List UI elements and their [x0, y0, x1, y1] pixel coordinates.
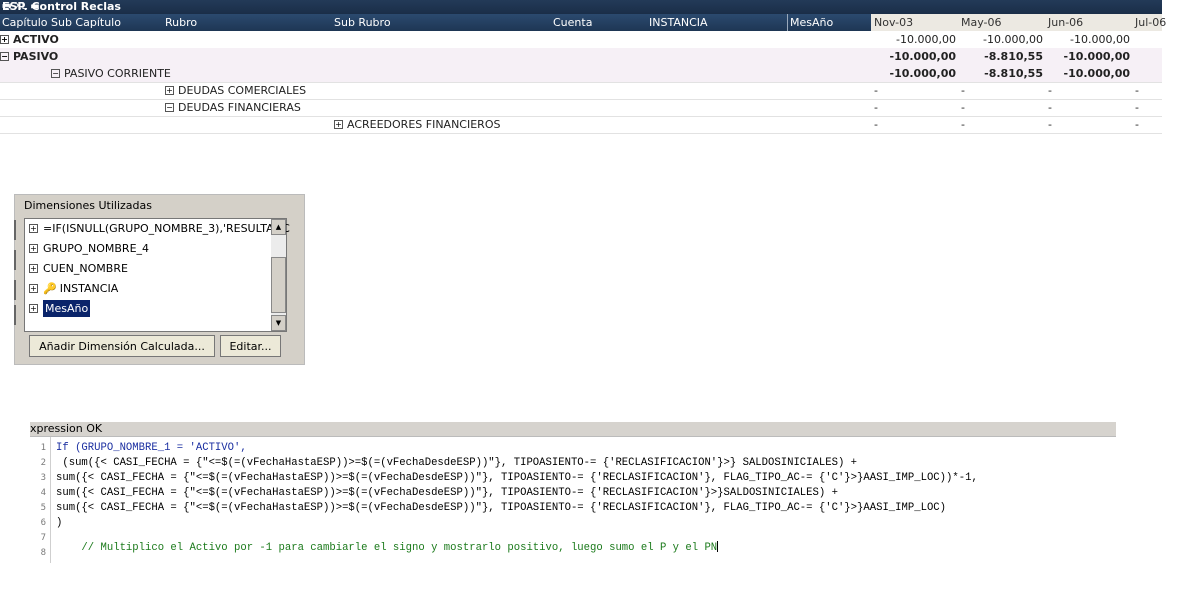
expand-plus-icon[interactable]: + — [29, 304, 38, 313]
dimensions-list[interactable]: + =IF(ISNULL(GRUPO_NOMBRE_3),'RESULTADC +… — [24, 218, 290, 332]
cell-value: -8.810,55 — [984, 67, 1043, 80]
cell-value: - — [874, 101, 878, 114]
table-row: + DEUDAS COMERCIALES - - - - — [0, 82, 1162, 100]
header-sub-capitulo[interactable]: Sub Capítulo — [51, 14, 121, 31]
expand-plus-icon[interactable]: + — [29, 264, 38, 273]
row-label[interactable]: + ACTIVO — [0, 31, 59, 48]
header-mesanio[interactable]: MesAño — [787, 14, 833, 31]
cell-value: - — [874, 84, 878, 97]
scrollbar[interactable]: ▲ ▼ — [271, 219, 286, 331]
code-comment: // Multiplico el Activo por -1 para camb… — [56, 541, 719, 554]
expand-plus-icon[interactable]: + — [29, 224, 38, 233]
cell-value: - — [1048, 84, 1052, 97]
header-sub-rubro[interactable]: Sub Rubro — [334, 14, 391, 31]
cell-value: -10.000,00 — [1063, 50, 1131, 63]
table-row: + ACTIVO -10.000,00 -10.000,00 -10.000,00 — [0, 31, 1162, 49]
table-header: Capítulo Sub Capítulo Rubro Sub Rubro Cu… — [0, 14, 1166, 31]
cell-value: - — [961, 118, 965, 131]
scroll-up-icon[interactable]: ▲ — [271, 219, 286, 235]
window-title-bar: ESP. Control Reclas 🖶 XL ▬ — [0, 0, 1162, 14]
text-cursor — [717, 541, 719, 552]
table-row: − PASIVO CORRIENTE -10.000,00 -8.810,55 -… — [0, 65, 1162, 83]
line-number: 2 — [40, 458, 46, 468]
list-item-selected[interactable]: + MesAño — [29, 299, 91, 319]
line-number: 6 — [40, 518, 46, 528]
line-number: 4 — [40, 488, 46, 498]
header-rubro[interactable]: Rubro — [165, 14, 197, 31]
cell-value: - — [1048, 118, 1052, 131]
month-header-group: Nov-03 May-06 Jun-06 Jul-06 — [871, 14, 1166, 31]
table-row: + ACREEDORES FINANCIEROS - - - - — [0, 116, 1162, 134]
scroll-thumb[interactable] — [271, 257, 286, 313]
cell-value: - — [874, 118, 878, 131]
cell-value: -10.000,00 — [889, 50, 957, 63]
cell-value: - — [961, 84, 965, 97]
cell-value: - — [1135, 118, 1139, 131]
row-label[interactable]: + ACREEDORES FINANCIEROS — [334, 116, 500, 133]
month-header[interactable]: Nov-03 — [874, 14, 913, 31]
cell-value: - — [1135, 84, 1139, 97]
code-line: sum({< CASI_FECHA = {"<=$(=(vFechaHastaE… — [56, 487, 838, 499]
scroll-down-icon[interactable]: ▼ — [271, 315, 286, 331]
cell-value: -10.000,00 — [1063, 67, 1131, 80]
line-number: 1 — [40, 443, 46, 453]
code-line: sum({< CASI_FECHA = {"<=$(=(vFechaHastaE… — [56, 502, 947, 514]
code-line: ) — [56, 517, 63, 529]
header-capitulo[interactable]: Capítulo — [2, 14, 48, 31]
table-row: − PASIVO -10.000,00 -8.810,55 -10.000,00 — [0, 48, 1162, 66]
expand-plus-icon[interactable]: + — [29, 284, 38, 293]
code-line: sum({< CASI_FECHA = {"<=$(=(vFechaHastaE… — [56, 472, 978, 484]
cell-value: -8.810,55 — [984, 50, 1043, 63]
month-header[interactable]: Jun-06 — [1048, 14, 1083, 31]
title-icons[interactable]: 🖶 XL ▬ — [2, 0, 1160, 13]
dimensions-title: Dimensiones Utilizadas — [24, 199, 152, 212]
key-icon: 🔑 — [43, 282, 57, 295]
cell-value: -10.000,00 — [983, 33, 1043, 46]
collapse-minus-icon[interactable]: − — [0, 52, 9, 61]
add-calculated-dimension-button[interactable]: Añadir Dimensión Calculada... — [29, 335, 215, 357]
cell-value: -10.000,00 — [896, 33, 956, 46]
code-line: (sum({< CASI_FECHA = {"<=$(=(vFechaHasta… — [56, 457, 858, 469]
table-row: − DEUDAS FINANCIERAS - - - - — [0, 99, 1162, 117]
cell-value: - — [1135, 101, 1139, 114]
dimensions-panel: Dimensiones Utilizadas + =IF(ISNULL(GRUPO… — [14, 194, 305, 365]
collapse-minus-icon[interactable]: − — [51, 69, 60, 78]
line-number: 8 — [40, 548, 46, 558]
expand-plus-icon[interactable]: + — [0, 35, 9, 44]
row-label[interactable]: − PASIVO CORRIENTE — [51, 65, 171, 82]
expand-plus-icon[interactable]: + — [29, 244, 38, 253]
cell-value: -10.000,00 — [1070, 33, 1130, 46]
cell-value: - — [1048, 101, 1052, 114]
cell-value: -10.000,00 — [889, 67, 957, 80]
header-instancia[interactable]: INSTANCIA — [649, 14, 708, 31]
expression-status: xpression OK — [30, 422, 1116, 436]
row-label[interactable]: − PASIVO — [0, 48, 58, 65]
cell-value: - — [961, 101, 965, 114]
edit-button[interactable]: Editar... — [220, 335, 281, 357]
list-item[interactable]: + =IF(ISNULL(GRUPO_NOMBRE_3),'RESULTADC — [29, 219, 290, 239]
list-item[interactable]: + 🔑 INSTANCIA — [29, 279, 118, 299]
expand-plus-icon[interactable]: + — [334, 120, 343, 129]
list-item[interactable]: + CUEN_NOMBRE — [29, 259, 128, 279]
expression-editor[interactable]: 1 2 3 4 5 6 7 8 If (GRUPO_NOMBRE_1 = 'AC… — [30, 436, 1116, 563]
line-number-gutter: 1 2 3 4 5 6 7 8 — [30, 437, 51, 563]
month-header[interactable]: May-06 — [961, 14, 1002, 31]
code-line: If (GRUPO_NOMBRE_1 = 'ACTIVO', — [56, 442, 247, 454]
list-item[interactable]: + GRUPO_NOMBRE_4 — [29, 239, 149, 259]
line-number: 3 — [40, 473, 46, 483]
line-number: 5 — [40, 503, 46, 513]
month-header[interactable]: Jul-06 — [1135, 14, 1166, 31]
expand-plus-icon[interactable]: + — [165, 86, 174, 95]
header-cuenta[interactable]: Cuenta — [553, 14, 592, 31]
line-number: 7 — [40, 533, 46, 543]
row-label[interactable]: − DEUDAS FINANCIERAS — [165, 99, 301, 116]
collapse-minus-icon[interactable]: − — [165, 103, 174, 112]
row-label[interactable]: + DEUDAS COMERCIALES — [165, 82, 306, 99]
